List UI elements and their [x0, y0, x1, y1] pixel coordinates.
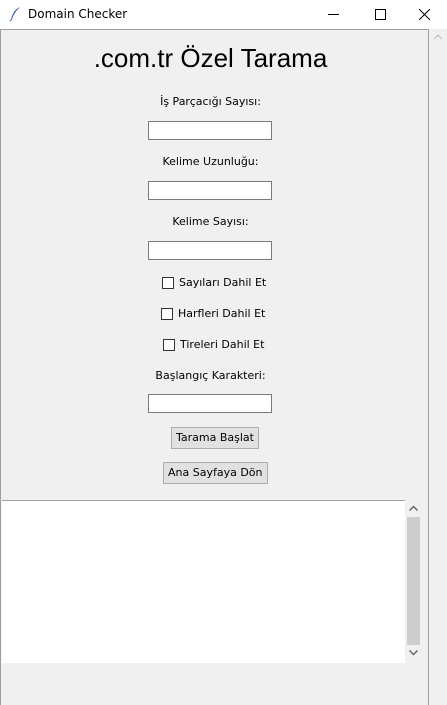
include-hyphens-checkbox[interactable]: Tireleri Dahil Et — [163, 338, 264, 351]
output-text-area[interactable] — [2, 500, 405, 663]
start-scan-button[interactable]: Tarama Başlat — [171, 427, 259, 449]
close-button[interactable] — [401, 0, 447, 29]
thread-count-label: İş Parçacığı Sayısı: — [160, 95, 261, 108]
word-count-label: Kelime Sayısı: — [172, 215, 249, 228]
word-length-input[interactable] — [148, 181, 272, 200]
include-numbers-checkbox[interactable]: Sayıları Dahil Et — [162, 276, 266, 289]
scroll-up-icon — [434, 34, 442, 39]
window-title: Domain Checker — [28, 7, 128, 21]
scroll-down-icon[interactable] — [409, 650, 418, 656]
minimize-button[interactable] — [310, 0, 356, 29]
page-title: .com.tr Özel Tarama — [93, 43, 328, 73]
close-icon — [419, 9, 430, 20]
include-numbers-label: Sayıları Dahil Et — [179, 276, 267, 289]
feather-icon — [8, 6, 24, 22]
title-bar: Domain Checker — [0, 0, 447, 29]
minimize-icon — [328, 14, 339, 15]
checkbox-box[interactable] — [162, 276, 174, 289]
word-count-input[interactable] — [148, 241, 272, 260]
output-scrollbar[interactable] — [405, 500, 422, 663]
word-length-label: Kelime Uzunluğu: — [162, 155, 259, 168]
home-button[interactable]: Ana Sayfaya Dön — [163, 462, 268, 484]
checkbox-box[interactable] — [161, 307, 173, 320]
maximize-button[interactable] — [357, 0, 403, 29]
scroll-thumb[interactable] — [407, 517, 420, 645]
thread-count-input[interactable] — [148, 121, 272, 140]
include-letters-label: Harfleri Dahil Et — [178, 307, 266, 320]
scroll-up-icon[interactable] — [409, 505, 418, 511]
checkbox-box[interactable] — [163, 338, 175, 351]
include-hyphens-label: Tireleri Dahil Et — [180, 338, 265, 351]
outer-scrollbar[interactable] — [429, 29, 447, 705]
maximize-icon — [375, 9, 386, 20]
start-char-label: Başlangıç Karakteri: — [155, 369, 266, 382]
include-letters-checkbox[interactable]: Harfleri Dahil Et — [161, 307, 265, 320]
start-char-input[interactable] — [148, 394, 272, 413]
